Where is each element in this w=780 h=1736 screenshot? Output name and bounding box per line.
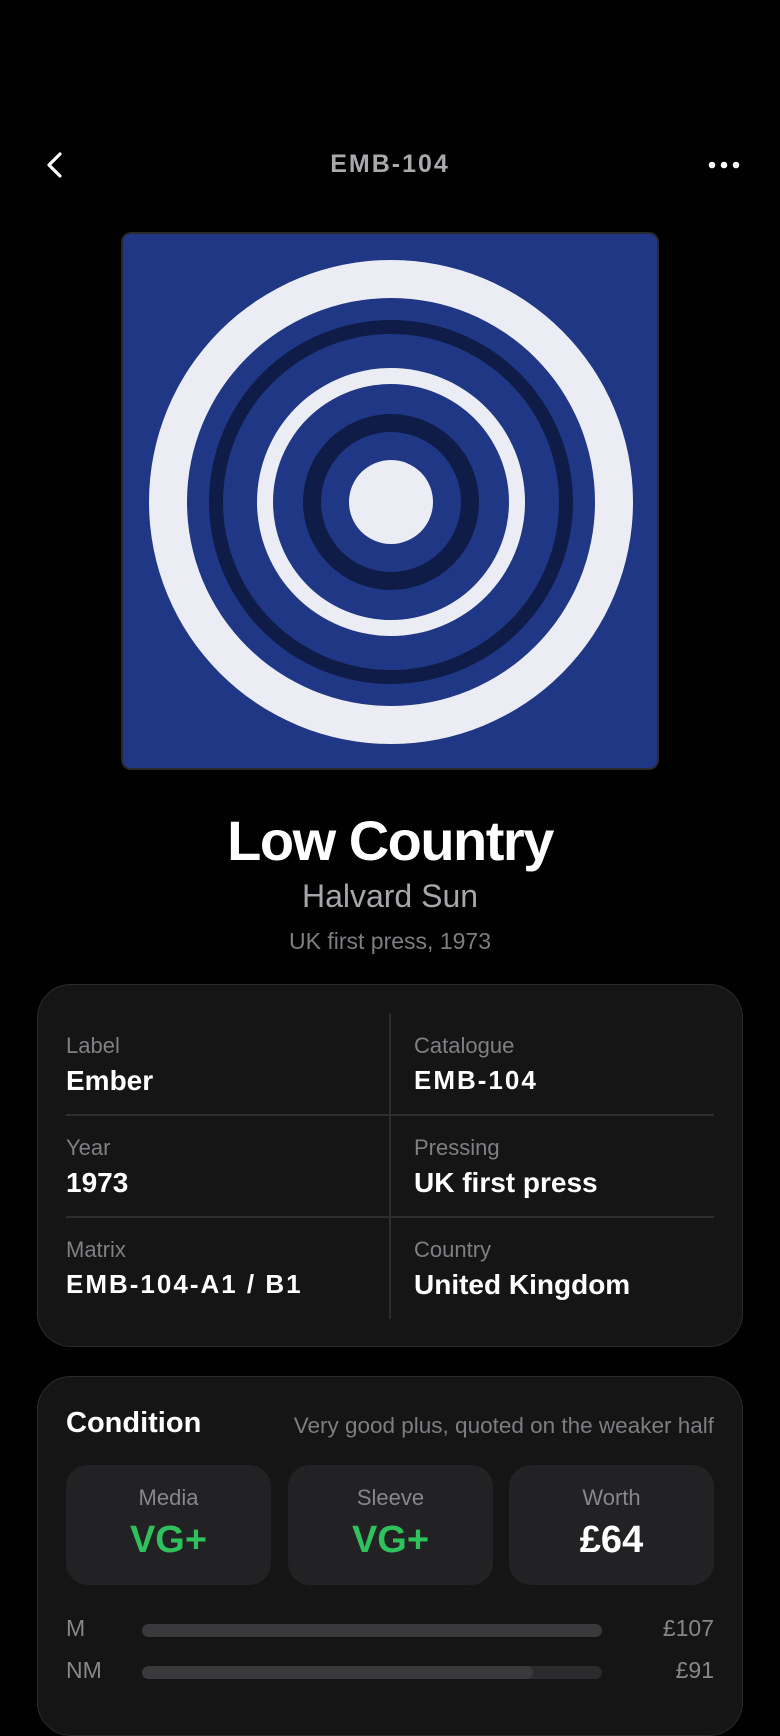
- detail-key: Matrix: [66, 1237, 126, 1262]
- album-cover: [123, 234, 657, 768]
- detail-value: EMB-104: [414, 1065, 538, 1095]
- detail-pressing: Pressing UK first press: [414, 1135, 734, 1235]
- detail-value: 1973: [66, 1167, 129, 1198]
- grade-label: NM: [66, 1657, 102, 1683]
- detail-catalogue: Catalogue EMB-104: [414, 1033, 734, 1133]
- price-guide-row: M £107: [66, 1615, 714, 1645]
- detail-key: Country: [414, 1237, 492, 1262]
- more-button[interactable]: [704, 152, 744, 178]
- price-bar-fill: [142, 1624, 602, 1637]
- price-guide-row: NM £91: [66, 1657, 714, 1687]
- price-bar-fill: [142, 1666, 533, 1679]
- more-horizontal-icon: [708, 161, 740, 169]
- detail-value: UK first press: [414, 1167, 598, 1198]
- detail-country: Country United Kingdom: [414, 1237, 734, 1337]
- grade-price: £107: [662, 1615, 714, 1641]
- album-title: Low Country: [227, 809, 554, 872]
- detail-key: Pressing: [414, 1135, 500, 1160]
- details-card: Label Ember Catalogue EMB-104 Year 1973 …: [37, 984, 743, 1347]
- cover-art: [123, 234, 657, 768]
- condition-note: Very good plus, quoted on the weaker hal…: [293, 1413, 714, 1438]
- grade-price: £91: [675, 1657, 714, 1683]
- detail-key: Label: [66, 1033, 120, 1058]
- worth-tile: Worth £64: [509, 1465, 714, 1585]
- detail-matrix: Matrix EMB-104-A1 / B1: [66, 1237, 386, 1337]
- detail-key: Year: [66, 1135, 111, 1160]
- condition-card: Condition Very good plus, quoted on the …: [37, 1376, 743, 1736]
- detail-value: EMB-104-A1 / B1: [66, 1269, 303, 1299]
- page-title: EMB-104: [330, 150, 450, 178]
- divider: [389, 1013, 391, 1319]
- detail-value: Ember: [66, 1065, 154, 1096]
- tile-label: Sleeve: [356, 1485, 425, 1510]
- tile-label: Worth: [582, 1485, 641, 1510]
- sleeve-grade: VG+: [351, 1519, 430, 1561]
- detail-key: Catalogue: [414, 1033, 515, 1058]
- sleeve-grade-tile[interactable]: Sleeve VG+: [288, 1465, 493, 1585]
- top-bar: EMB-104: [0, 130, 780, 200]
- artist-name: Halvard Sun: [301, 878, 479, 914]
- price-bar-track: [142, 1624, 602, 1637]
- detail-value: United Kingdom: [414, 1269, 631, 1300]
- edition-info: UK first press, 1973: [289, 928, 491, 954]
- condition-title: Condition: [66, 1407, 202, 1439]
- media-grade-tile[interactable]: Media VG+: [66, 1465, 271, 1585]
- worth-value: £64: [579, 1519, 644, 1561]
- detail-label: Label Ember: [66, 1033, 386, 1133]
- tile-label: Media: [138, 1485, 199, 1510]
- detail-year: Year 1973: [66, 1135, 386, 1235]
- grade-label: M: [66, 1615, 86, 1641]
- media-grade: VG+: [129, 1519, 208, 1561]
- price-bar-track: [142, 1666, 602, 1679]
